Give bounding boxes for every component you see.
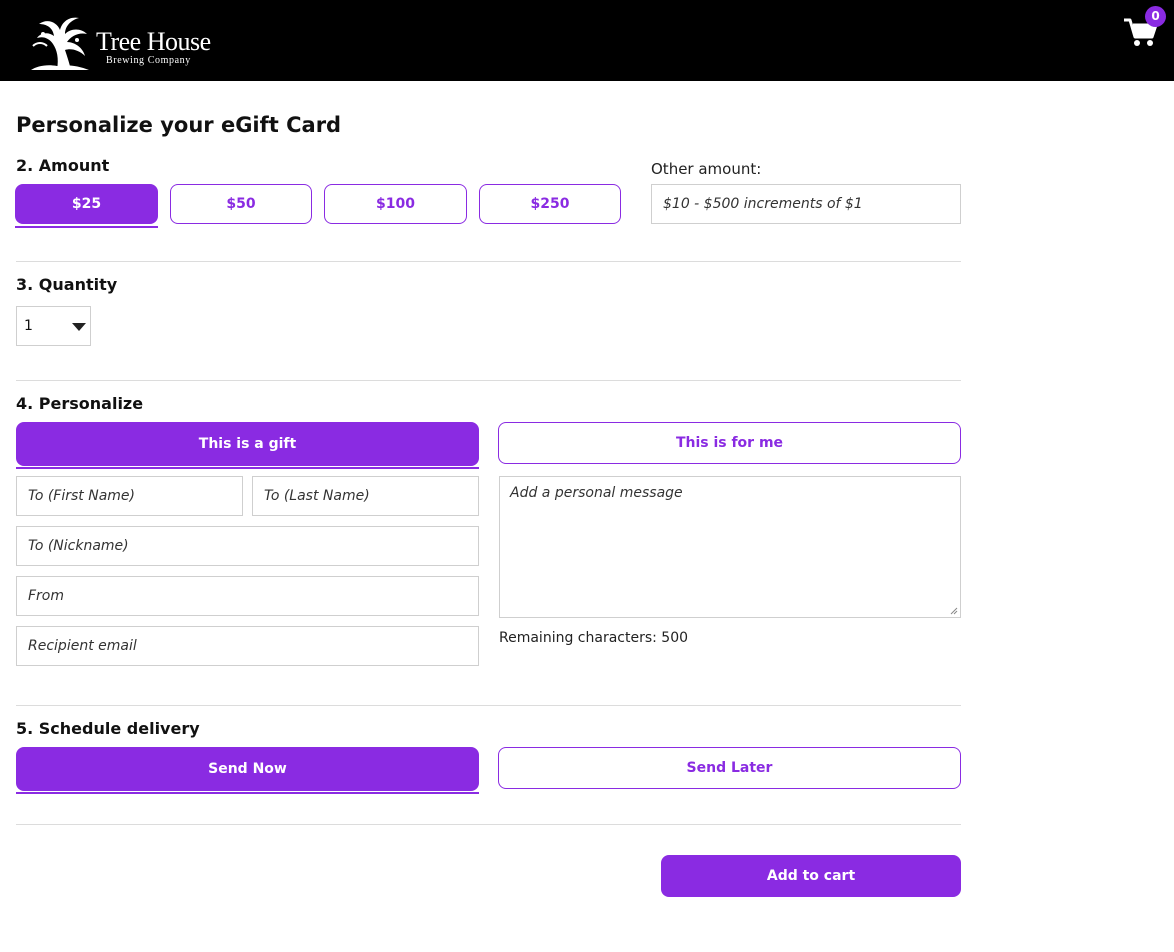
remaining-characters-label: Remaining characters:: [499, 630, 657, 646]
remaining-characters-count: 500: [661, 630, 689, 646]
send-now-selected-indicator: [16, 792, 479, 794]
amount-250-button[interactable]: $250: [479, 184, 621, 224]
tree-logo-icon: [31, 17, 89, 70]
send-now-button[interactable]: Send Now: [16, 747, 479, 791]
delivery-label: 5. Schedule delivery: [16, 719, 200, 738]
last-name-input[interactable]: To (Last Name): [252, 476, 479, 516]
quantity-select[interactable]: 1: [16, 306, 91, 346]
remaining-characters: Remaining characters: 500: [499, 630, 688, 646]
nickname-input[interactable]: To (Nickname): [16, 526, 479, 566]
quantity-label: 3. Quantity: [16, 275, 118, 294]
cart-button[interactable]: 0: [1124, 6, 1168, 48]
tree-house-logo[interactable]: Tree House Brewing Company: [27, 12, 227, 72]
resize-handle-icon[interactable]: [950, 607, 958, 615]
amount-100-button[interactable]: $100: [324, 184, 467, 224]
for-me-tab-button[interactable]: This is for me: [498, 422, 961, 464]
logo-sub-text: Brewing Company: [106, 55, 191, 66]
gift-selected-indicator: [16, 467, 479, 469]
divider: [16, 261, 961, 262]
divider: [16, 705, 961, 706]
message-placeholder: Add a personal message: [510, 485, 683, 501]
personal-message-textarea[interactable]: Add a personal message: [499, 476, 961, 618]
other-amount-input[interactable]: $10 - $500 increments of $1: [651, 184, 961, 224]
amount-25-button[interactable]: $25: [15, 184, 158, 224]
quantity-value: 1: [24, 318, 33, 334]
add-to-cart-button[interactable]: Add to cart: [661, 855, 961, 897]
amount-50-button[interactable]: $50: [170, 184, 312, 224]
amount-selected-indicator: [15, 226, 158, 228]
divider: [16, 380, 961, 381]
other-amount-label: Other amount:: [651, 160, 762, 178]
send-later-button[interactable]: Send Later: [498, 747, 961, 789]
site-header: Tree House Brewing Company 0: [0, 0, 1174, 81]
recipient-email-input[interactable]: Recipient email: [16, 626, 479, 666]
first-name-input[interactable]: To (First Name): [16, 476, 243, 516]
divider: [16, 824, 961, 825]
cart-count-badge: 0: [1145, 6, 1166, 27]
personalize-label: 4. Personalize: [16, 394, 144, 413]
from-input[interactable]: From: [16, 576, 479, 616]
logo-main-text: Tree House: [96, 27, 211, 56]
gift-tab-button[interactable]: This is a gift: [16, 422, 479, 466]
amount-label: 2. Amount: [16, 156, 110, 175]
page-title: Personalize your eGift Card: [16, 113, 342, 137]
chevron-down-icon: [72, 323, 86, 331]
